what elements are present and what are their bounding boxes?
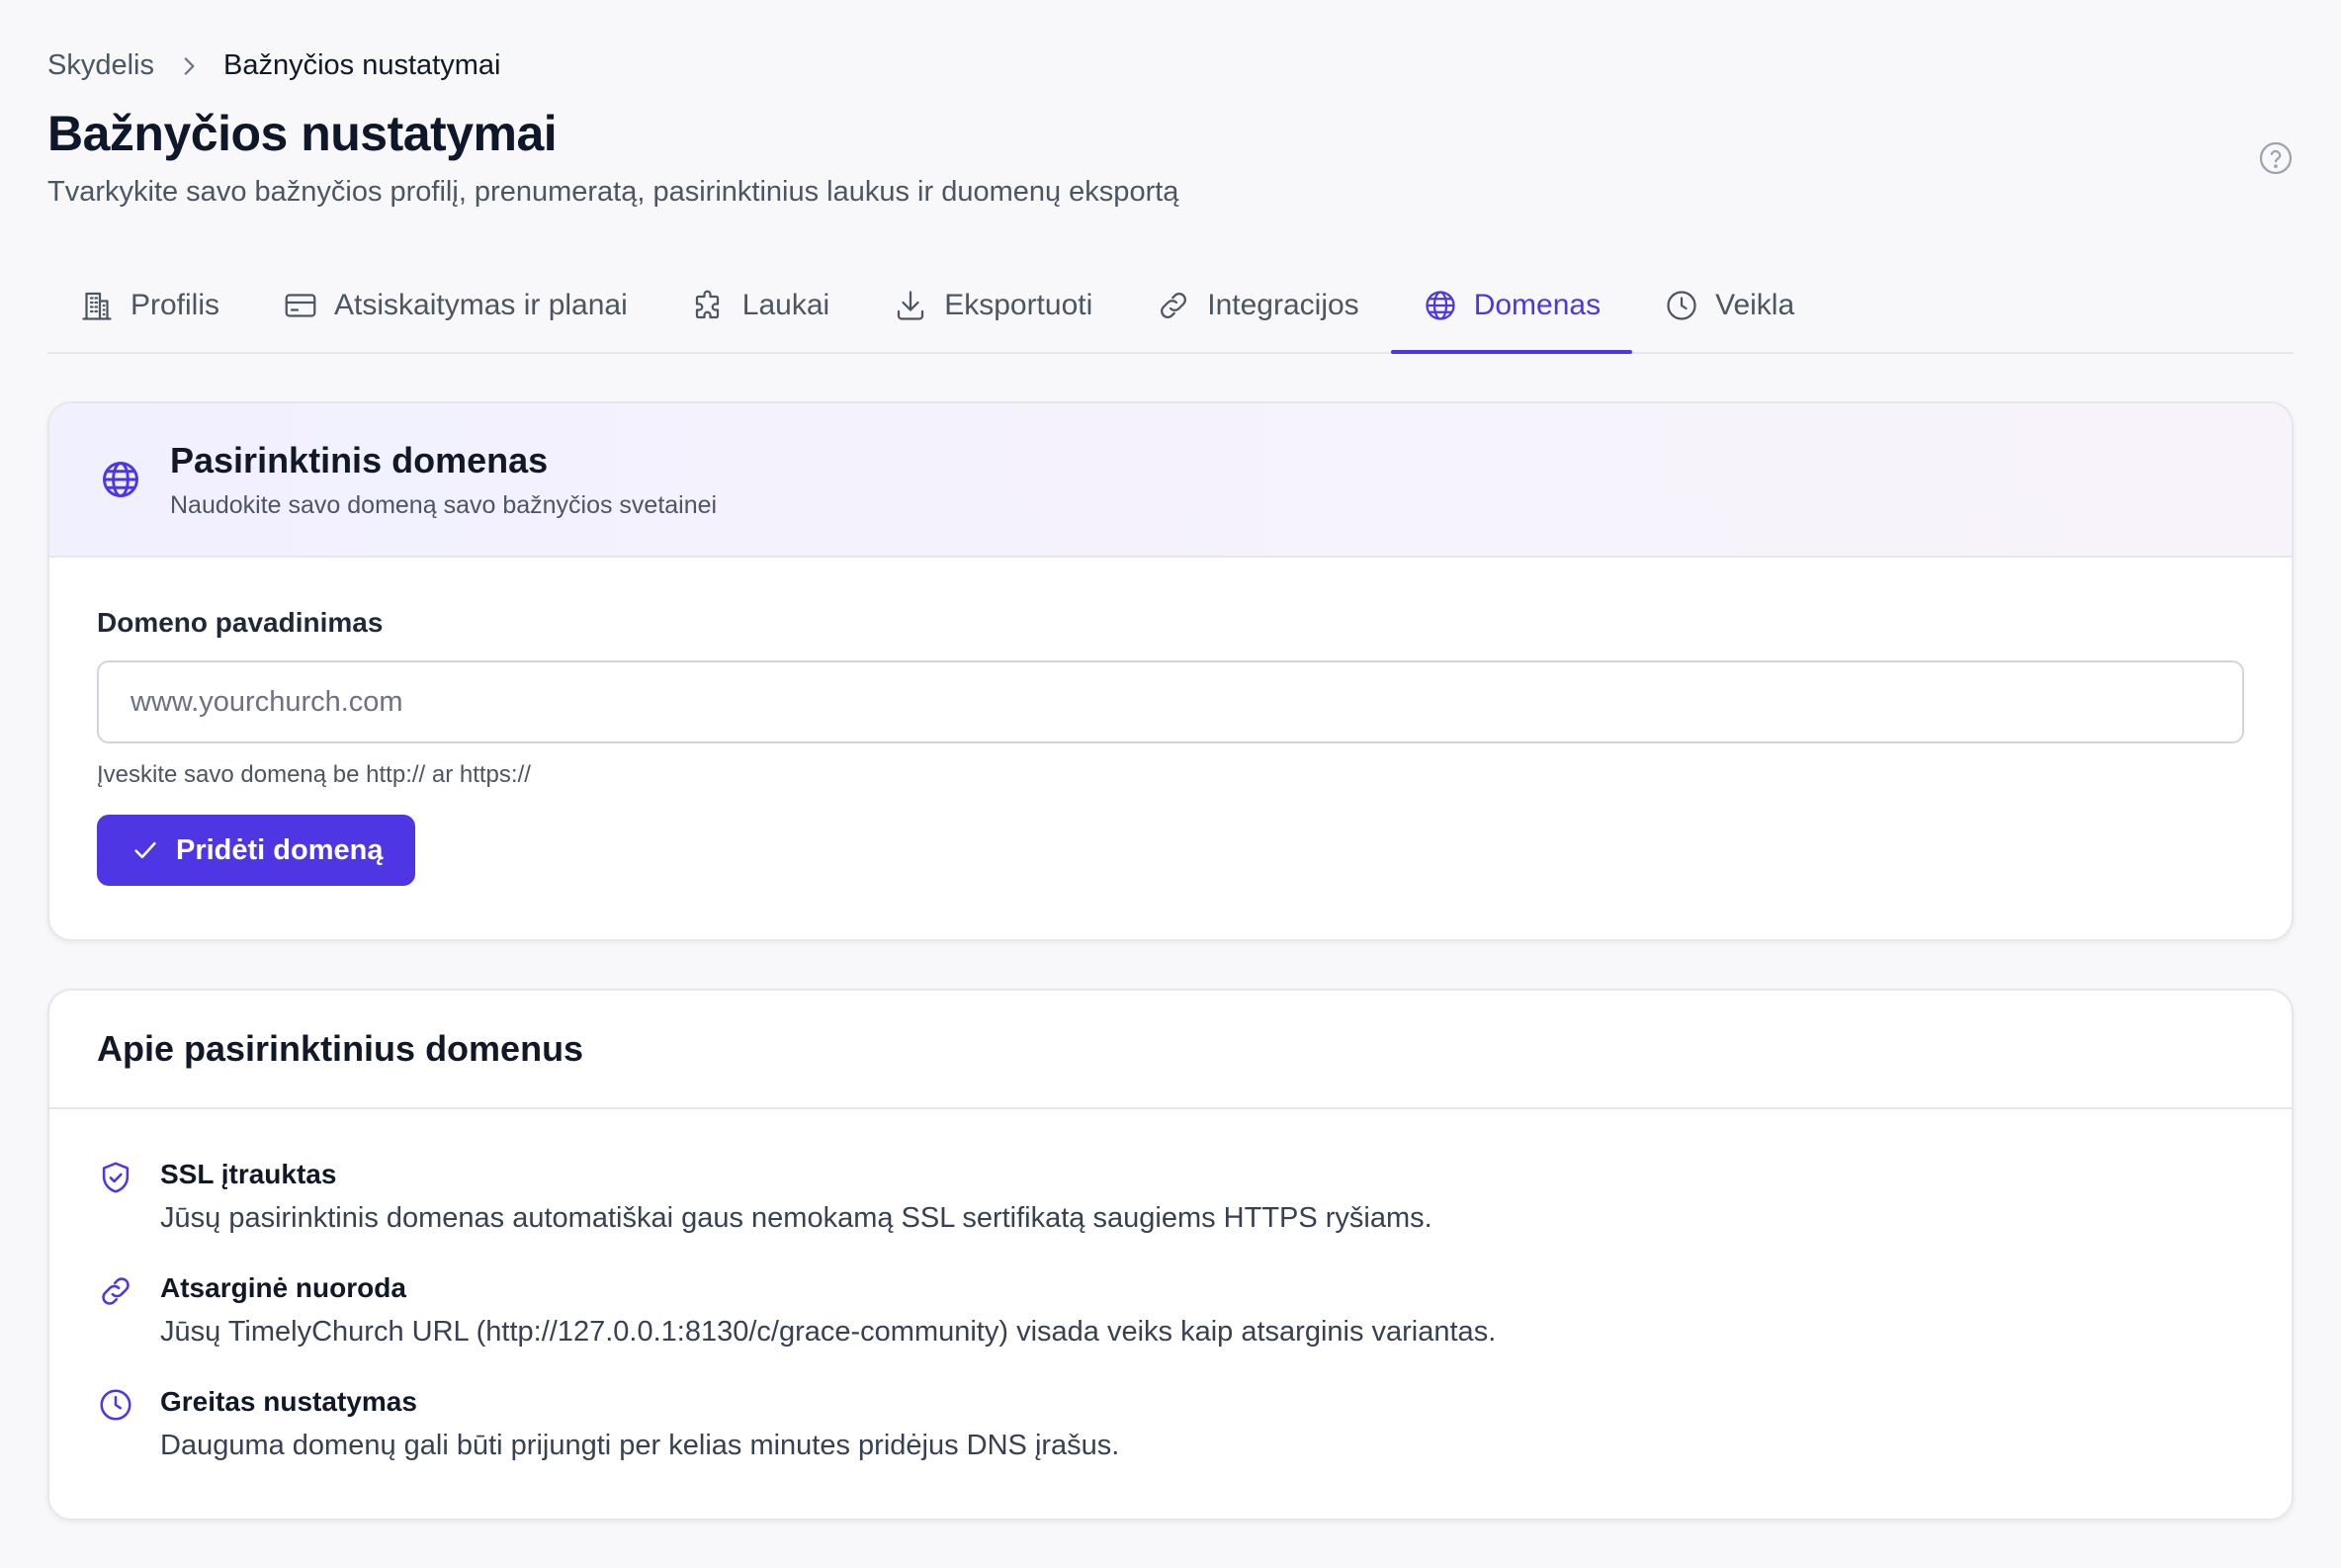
- credit-card-icon: [285, 294, 316, 317]
- tab-activity-label: Veikla: [1715, 289, 1795, 321]
- feature-item-ssl: SSL įtrauktas Jūsų pasirinktinis domenas…: [97, 1159, 2244, 1235]
- globe-icon: [1426, 291, 1455, 320]
- globe-icon: [103, 462, 138, 497]
- download-icon: [898, 291, 924, 320]
- about-domains-list: SSL įtrauktas Jūsų pasirinktinis domenas…: [49, 1109, 2292, 1462]
- breadcrumb-link-dashboard[interactable]: Skydelis: [47, 49, 154, 82]
- building-icon: [82, 292, 112, 320]
- help-icon[interactable]: [2258, 140, 2294, 176]
- tab-billing-label: Atsiskaitymas ir planai: [334, 289, 628, 321]
- feature-description: Dauguma domenų gali būti prijungti per k…: [160, 1430, 1120, 1461]
- settings-page: Skydelis Bažnyčios nustatymai Bažnyčios …: [0, 0, 2341, 1568]
- tab-domain-label: Domenas: [1473, 289, 1602, 321]
- feature-description: Jūsų TimelyChurch URL (http://127.0.0.1:…: [160, 1316, 1497, 1348]
- about-domains-card-header: Apie pasirinktinius domenus: [49, 991, 2292, 1109]
- tab-profile-label: Profilis: [130, 289, 220, 321]
- feature-title: Greitas nustatymas: [160, 1386, 417, 1417]
- feature-description: Jūsų pasirinktinis domenas automatiškai …: [160, 1202, 1432, 1234]
- shield-check-icon: [102, 1162, 130, 1193]
- chevron-right-icon: [184, 56, 195, 75]
- domain-name-label: Domeno pavadinimas: [97, 607, 384, 638]
- tab-integrations[interactable]: Integracijos: [1124, 259, 1390, 352]
- about-domains-title: Apie pasirinktinius domenus: [97, 1028, 584, 1069]
- link-icon: [102, 1277, 130, 1305]
- puzzle-icon: [695, 290, 719, 319]
- about-domains-card: Apie pasirinktinius domenus SSL įtraukta…: [47, 989, 2294, 1521]
- tab-integrations-label: Integracijos: [1207, 289, 1359, 321]
- feature-title: SSL įtrauktas: [160, 1159, 337, 1189]
- feature-title: Atsarginė nuoroda: [160, 1272, 406, 1303]
- check-icon: [134, 841, 156, 859]
- tab-export-label: Eksportuoti: [944, 289, 1093, 321]
- feature-item-quick-setup: Greitas nustatymas Dauguma domenų gali b…: [97, 1386, 2244, 1462]
- tab-export[interactable]: Eksportuoti: [861, 259, 1124, 352]
- link-icon: [1161, 293, 1187, 318]
- breadcrumb: Skydelis Bažnyčios nustatymai: [47, 49, 500, 82]
- custom-domain-description: Naudokite savo domeną savo bažnyčios sve…: [170, 490, 718, 519]
- clock-icon: [100, 1389, 131, 1421]
- breadcrumb-current: Bažnyčios nustatymai: [223, 49, 501, 81]
- tab-billing[interactable]: Atsiskaitymas ir planai: [251, 259, 659, 352]
- page-subtitle: Tvarkykite savo bažnyčios profilį, prenu…: [47, 176, 1179, 208]
- tab-fields-label: Laukai: [741, 289, 830, 321]
- custom-domain-card: Pasirinktinis domenas Naudokite savo dom…: [47, 401, 2294, 941]
- clock-icon: [1667, 291, 1696, 320]
- domain-name-hint: Įveskite savo domeną be http:// ar https…: [97, 761, 531, 788]
- page-title: Bažnyčios nustatymai: [47, 106, 558, 161]
- custom-domain-title: Pasirinktinis domenas: [170, 439, 549, 480]
- feature-item-fallback: Atsarginė nuoroda Jūsų TimelyChurch URL …: [97, 1272, 2244, 1349]
- add-domain-button-label: Pridėti domeną: [176, 833, 384, 866]
- tab-domain[interactable]: Domenas: [1390, 259, 1633, 354]
- add-domain-button[interactable]: Pridėti domeną: [97, 815, 415, 886]
- custom-domain-card-header: Pasirinktinis domenas Naudokite savo dom…: [49, 403, 2292, 558]
- tab-activity[interactable]: Veikla: [1632, 259, 1826, 352]
- domain-name-input[interactable]: [97, 660, 2244, 743]
- custom-domain-form: Domeno pavadinimas Įveskite savo domeną …: [49, 558, 2292, 886]
- tab-profile[interactable]: Profilis: [47, 259, 251, 352]
- settings-tabs: Profilis Atsiskaitymas ir planai Laukai …: [47, 259, 2294, 354]
- tab-fields[interactable]: Laukai: [659, 259, 861, 352]
